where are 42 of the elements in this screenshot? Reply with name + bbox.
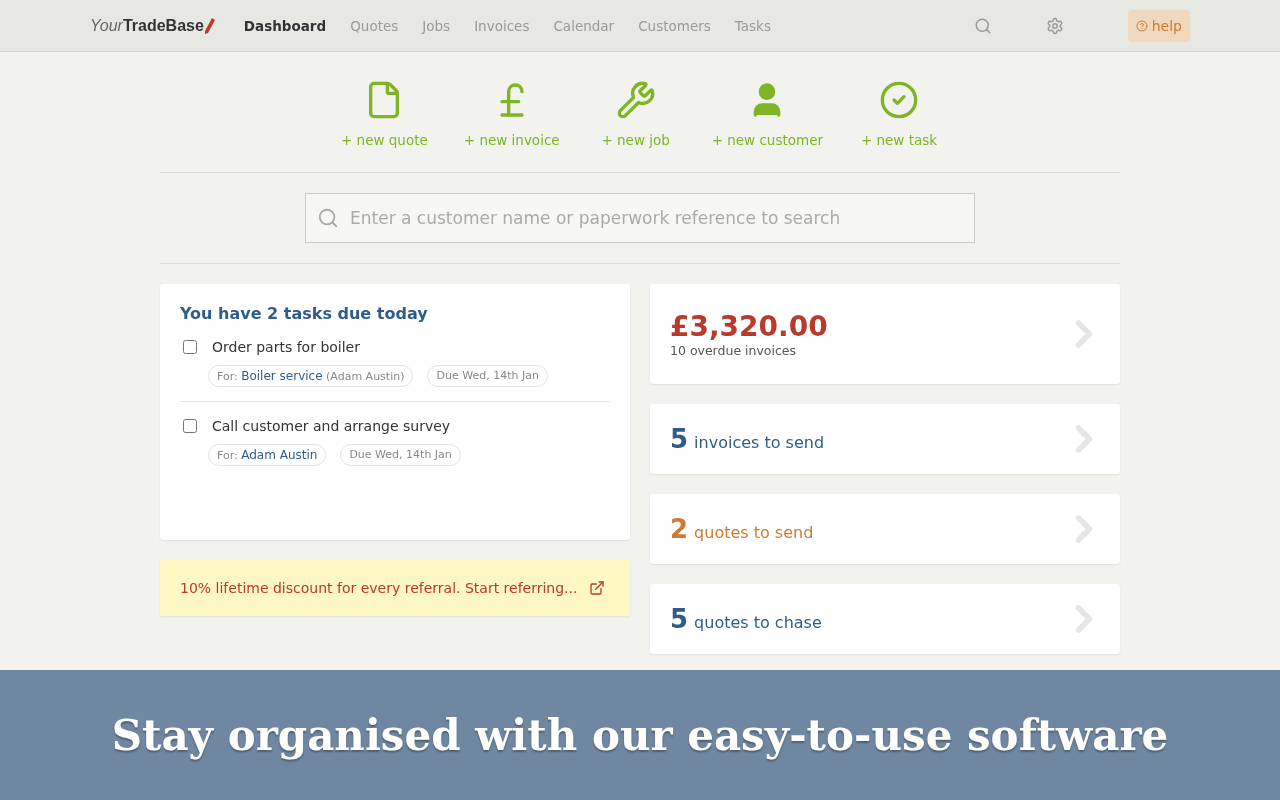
count-label: quotes to chase	[694, 613, 822, 632]
help-button[interactable]: help	[1127, 9, 1190, 42]
help-icon	[1135, 19, 1148, 32]
check-circle-icon	[879, 80, 919, 120]
nav-link[interactable]: Calendar	[553, 17, 615, 34]
for-link[interactable]: Adam Austin	[241, 448, 318, 462]
nav-link[interactable]: Tasks	[734, 17, 771, 34]
count-value: 2	[670, 514, 689, 544]
stat-card[interactable]: 2 quotes to send	[650, 494, 1120, 564]
nav-link[interactable]: Jobs	[422, 17, 451, 34]
count-label: quotes to send	[694, 523, 814, 542]
amount-caption: 10 overdue invoices	[670, 343, 798, 358]
external-link-icon	[589, 580, 606, 596]
banner-text: Stay organised with our easy-to-use software	[111, 710, 1169, 760]
nav-link[interactable]: Dashboard	[243, 17, 327, 34]
task-checkbox[interactable]	[183, 419, 197, 433]
count-label: invoices to send	[694, 433, 825, 452]
task-title: Order parts for boiler	[212, 339, 360, 355]
logo[interactable]: YourTradeBase	[90, 16, 216, 35]
amount-value: £3,320.00	[670, 310, 829, 343]
quick-action-link[interactable]: + new job	[595, 80, 676, 148]
nav-link[interactable]: Invoices	[474, 17, 530, 34]
quick-action-link[interactable]: + new task	[859, 80, 939, 148]
tasks-heading: You have 2 tasks due today	[180, 304, 429, 323]
quick-action-link[interactable]: + new quote	[341, 80, 428, 148]
count-value: 5	[670, 604, 689, 634]
stat-card[interactable]: 5 invoices to send	[650, 404, 1120, 474]
search-icon	[317, 207, 339, 229]
referral-text: 10% lifetime discount for every referral. Start referring...	[180, 580, 578, 596]
nav-link[interactable]: Customers	[638, 17, 711, 34]
wrench-icon	[615, 80, 656, 120]
task-title: Call customer and arrange survey	[212, 418, 451, 434]
referral-banner[interactable]: 10% lifetime discount for every referral. Start referring...	[160, 560, 630, 616]
search-field[interactable]: Enter a customer name or paperwork reference to search	[305, 193, 975, 243]
for-link[interactable]: Boiler service	[241, 369, 323, 383]
stat-card[interactable]: 5 quotes to chase	[650, 584, 1120, 654]
task-checkbox[interactable]	[183, 340, 197, 354]
quick-action-link[interactable]: + new customer	[711, 80, 823, 148]
quick-action-link[interactable]: + new invoice	[463, 80, 560, 148]
nav-link[interactable]: Quotes	[350, 17, 399, 34]
count-value: 5	[670, 424, 689, 454]
stat-card[interactable]: £3,320.00 10 overdue invoices	[650, 284, 1120, 384]
